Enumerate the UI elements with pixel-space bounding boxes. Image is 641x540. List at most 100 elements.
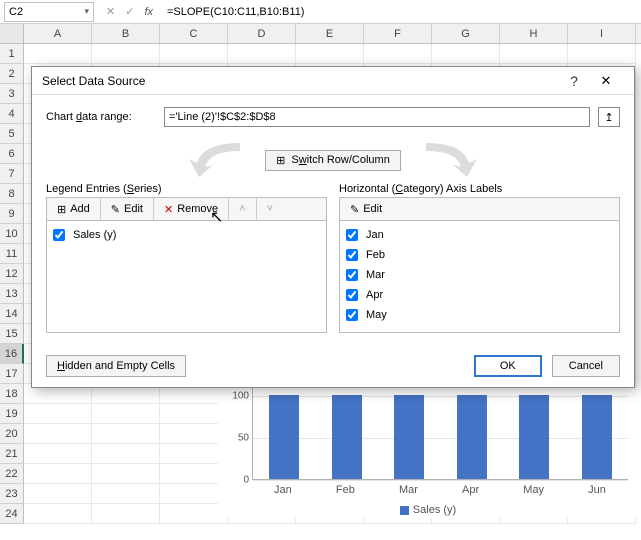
cell[interactable] [228, 44, 296, 64]
chart-bar[interactable] [582, 395, 612, 479]
row-header[interactable]: 7 [0, 164, 24, 184]
fx-icon[interactable]: fx [144, 6, 153, 18]
chart-bar[interactable] [519, 395, 549, 479]
edit-axis-button[interactable]: ✎Edit [340, 198, 392, 220]
col-header[interactable]: I [568, 24, 636, 43]
axis-labels-label: Horizontal (Category) Axis Labels [339, 183, 620, 195]
hidden-empty-cells-button[interactable]: Hidden and Empty Cells [46, 355, 186, 377]
row-header[interactable]: 24 [0, 504, 24, 524]
dialog-titlebar[interactable]: Select Data Source ? ✕ [32, 67, 634, 95]
row-header[interactable]: 15 [0, 324, 24, 344]
category-checkbox[interactable] [346, 249, 358, 261]
cell[interactable] [92, 44, 160, 64]
axis-list[interactable]: JanFebMarAprMay [339, 221, 620, 333]
col-header[interactable]: D [228, 24, 296, 43]
cell[interactable] [92, 464, 160, 484]
category-checkbox[interactable] [346, 289, 358, 301]
cell[interactable] [92, 504, 160, 524]
row-header[interactable]: 3 [0, 84, 24, 104]
help-button[interactable]: ? [560, 73, 588, 89]
cancel-icon[interactable]: ✕ [106, 5, 115, 18]
row-header[interactable]: 23 [0, 484, 24, 504]
row-header[interactable]: 13 [0, 284, 24, 304]
col-header[interactable]: E [296, 24, 364, 43]
chart-bar[interactable] [332, 395, 362, 479]
chart-bar[interactable] [394, 395, 424, 479]
col-header[interactable]: C [160, 24, 228, 43]
list-item[interactable]: Mar [346, 265, 613, 285]
chart-bar[interactable] [269, 395, 299, 479]
cell[interactable] [500, 44, 568, 64]
cell[interactable] [92, 424, 160, 444]
list-item[interactable]: Sales (y) [53, 225, 320, 245]
list-item[interactable]: Jan [346, 225, 613, 245]
cell[interactable] [92, 404, 160, 424]
row-header[interactable]: 1 [0, 44, 24, 64]
ok-button[interactable]: OK [474, 355, 542, 377]
legend-swatch [400, 506, 409, 515]
row-header[interactable]: 19 [0, 404, 24, 424]
range-select-button[interactable]: ↥ [598, 107, 620, 127]
cell[interactable] [24, 44, 92, 64]
row-header[interactable]: 4 [0, 104, 24, 124]
row-header[interactable]: 2 [0, 64, 24, 84]
list-item[interactable]: Apr [346, 285, 613, 305]
cell[interactable] [568, 44, 636, 64]
series-list[interactable]: Sales (y) [46, 221, 327, 333]
row-header[interactable]: 18 [0, 384, 24, 404]
move-up-button[interactable]: ˄ [229, 198, 256, 220]
cell[interactable] [296, 44, 364, 64]
series-checkbox[interactable] [53, 229, 65, 241]
add-series-button[interactable]: ⊞Add [47, 198, 101, 220]
cell[interactable] [24, 464, 92, 484]
accept-icon[interactable]: ✓ [125, 5, 134, 18]
col-header[interactable]: H [500, 24, 568, 43]
list-item[interactable]: May [346, 305, 613, 325]
row-header[interactable]: 16 [0, 344, 24, 364]
cell[interactable] [364, 44, 432, 64]
category-checkbox[interactable] [346, 309, 358, 321]
cell[interactable] [24, 484, 92, 504]
name-box[interactable]: C2 ▾ [4, 2, 94, 22]
row-header[interactable]: 14 [0, 304, 24, 324]
row-header[interactable]: 11 [0, 244, 24, 264]
cell[interactable] [24, 504, 92, 524]
row-header[interactable]: 6 [0, 144, 24, 164]
cell[interactable] [160, 44, 228, 64]
row-header[interactable]: 17 [0, 364, 24, 384]
chart-bar[interactable] [457, 395, 487, 479]
cell[interactable] [24, 424, 92, 444]
remove-series-button[interactable]: ✕Remove [154, 198, 229, 220]
row-header[interactable]: 8 [0, 184, 24, 204]
row-header[interactable]: 22 [0, 464, 24, 484]
cell[interactable] [432, 44, 500, 64]
col-header[interactable]: F [364, 24, 432, 43]
close-button[interactable]: ✕ [588, 73, 624, 89]
edit-series-button[interactable]: ✎Edit [101, 198, 154, 220]
move-down-button[interactable]: ˅ [257, 198, 283, 220]
row-header[interactable]: 20 [0, 424, 24, 444]
row-header[interactable]: 10 [0, 224, 24, 244]
chart-data-range-input[interactable] [164, 107, 590, 127]
formula-input[interactable] [161, 2, 641, 22]
switch-row-column-button[interactable]: ⊞ Switch Row/Column [265, 150, 401, 171]
col-header[interactable]: B [92, 24, 160, 43]
row-header[interactable]: 12 [0, 264, 24, 284]
row-header[interactable]: 9 [0, 204, 24, 224]
dropdown-icon[interactable]: ▾ [84, 6, 89, 17]
list-item[interactable]: Feb [346, 245, 613, 265]
cell[interactable] [24, 404, 92, 424]
chart[interactable]: 050100 JanFebMarAprMayJun Sales (y) [218, 388, 638, 518]
category-checkbox[interactable] [346, 269, 358, 281]
col-header[interactable]: A [24, 24, 92, 43]
col-header[interactable]: G [432, 24, 500, 43]
row-header[interactable]: 5 [0, 124, 24, 144]
category-checkbox[interactable] [346, 229, 358, 241]
cell[interactable] [92, 484, 160, 504]
cell[interactable] [92, 444, 160, 464]
y-tick: 0 [223, 475, 249, 486]
cell[interactable] [24, 444, 92, 464]
cancel-button[interactable]: Cancel [552, 355, 620, 377]
row-header[interactable]: 21 [0, 444, 24, 464]
select-all-corner[interactable] [0, 24, 24, 43]
